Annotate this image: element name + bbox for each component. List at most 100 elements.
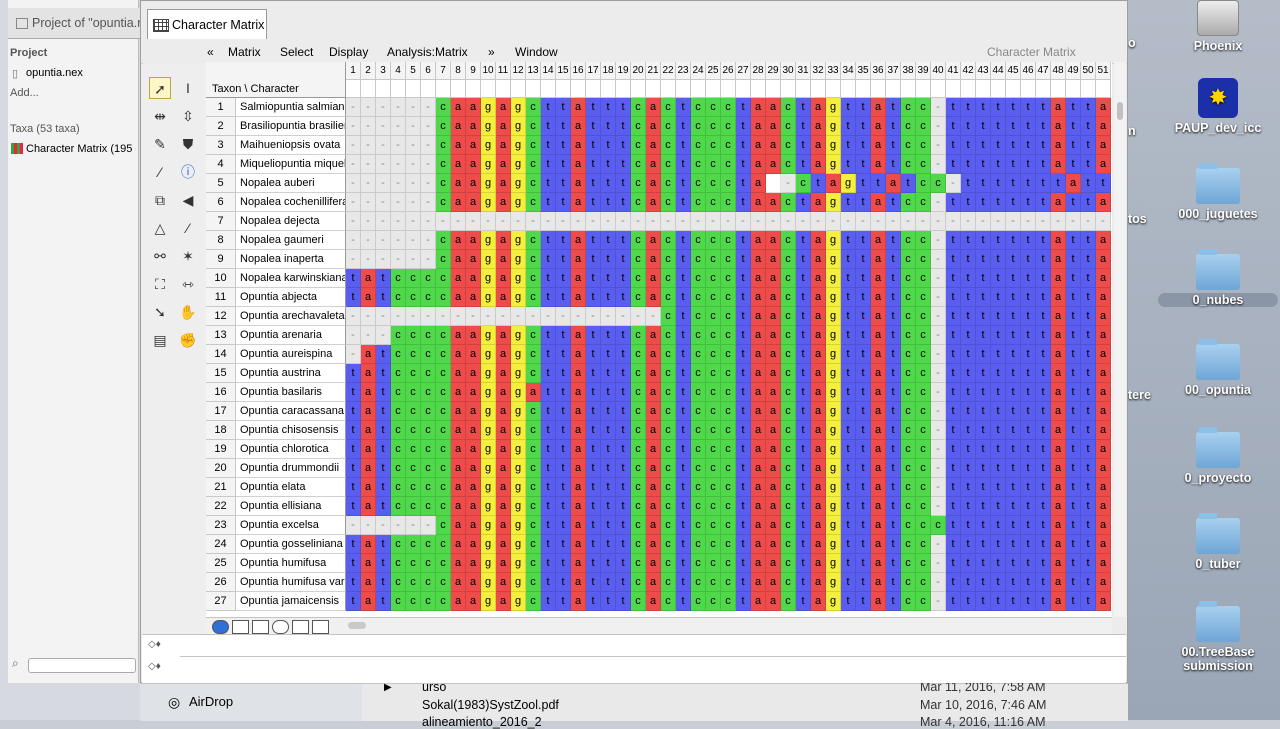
matrix-cell[interactable]: t (556, 402, 571, 421)
matrix-cell[interactable]: t (1006, 155, 1021, 174)
matrix-cell[interactable]: c (721, 440, 736, 459)
matrix-cell[interactable]: a (496, 383, 511, 402)
matrix-cell[interactable]: a (571, 440, 586, 459)
matrix-cell[interactable]: t (1066, 402, 1081, 421)
matrix-cell[interactable]: - (946, 212, 961, 231)
matrix-cell[interactable]: - (961, 212, 976, 231)
taxon-name[interactable]: Opuntia aureispina (236, 345, 346, 364)
matrix-cell[interactable]: t (1006, 402, 1021, 421)
matrix-cell[interactable]: c (691, 383, 706, 402)
matrix-cell[interactable]: g (511, 478, 526, 497)
matrix-cell[interactable]: a (871, 364, 886, 383)
matrix-cell[interactable]: c (631, 573, 646, 592)
matrix-cell[interactable]: a (571, 98, 586, 117)
matrix-cell[interactable]: t (976, 136, 991, 155)
matrix-cell[interactable]: c (706, 459, 721, 478)
matrix-cell[interactable]: t (736, 345, 751, 364)
matrix-cell[interactable]: t (601, 364, 616, 383)
matrix-cell[interactable]: c (436, 288, 451, 307)
matrix-cell[interactable]: t (541, 573, 556, 592)
matrix-cell[interactable]: - (376, 98, 391, 117)
matrix-cell[interactable]: t (616, 383, 631, 402)
matrix-cell[interactable]: t (676, 250, 691, 269)
matrix-cell[interactable]: a (646, 364, 661, 383)
matrix-cell[interactable]: c (391, 478, 406, 497)
column-header[interactable]: 4 (391, 62, 406, 80)
matrix-cell[interactable]: t (886, 497, 901, 516)
matrix-cell[interactable]: a (766, 345, 781, 364)
matrix-cell[interactable]: t (946, 98, 961, 117)
matrix-cell[interactable]: - (871, 212, 886, 231)
matrix-cell[interactable]: t (856, 174, 871, 193)
matrix-cell[interactable]: - (556, 307, 571, 326)
matrix-cell[interactable]: a (811, 250, 826, 269)
matrix-cell[interactable]: t (991, 383, 1006, 402)
matrix-cell[interactable]: g (511, 516, 526, 535)
column-header[interactable]: 47 (1036, 62, 1051, 80)
matrix-cell[interactable]: a (751, 250, 766, 269)
matrix-cell[interactable]: c (691, 421, 706, 440)
matrix-cell[interactable]: a (571, 383, 586, 402)
matrix-cell[interactable]: c (781, 307, 796, 326)
matrix-cell[interactable]: c (661, 402, 676, 421)
matrix-cell[interactable]: c (901, 250, 916, 269)
matrix-cell[interactable]: g (481, 98, 496, 117)
matrix-cell[interactable]: c (406, 383, 421, 402)
matrix-cell[interactable]: a (466, 345, 481, 364)
matrix-cell[interactable]: c (421, 364, 436, 383)
matrix-cell[interactable]: t (541, 402, 556, 421)
matrix-cell[interactable]: a (496, 440, 511, 459)
matrix-cell[interactable]: - (931, 459, 946, 478)
matrix-cell[interactable]: c (706, 155, 721, 174)
matrix-cell[interactable]: - (1051, 212, 1066, 231)
matrix-cell[interactable]: t (376, 364, 391, 383)
matrix-cell[interactable]: t (736, 364, 751, 383)
matrix-cell[interactable]: t (616, 573, 631, 592)
matrix-cell[interactable]: a (496, 516, 511, 535)
matrix-cell[interactable]: t (946, 250, 961, 269)
matrix-cell[interactable]: c (436, 402, 451, 421)
character-matrix-block[interactable]: Character Matrix (195 characters) (26, 143, 136, 155)
matrix-cell[interactable]: a (646, 345, 661, 364)
matrix-cell[interactable]: - (346, 117, 361, 136)
matrix-cell[interactable]: g (511, 231, 526, 250)
matrix-cell[interactable]: a (766, 364, 781, 383)
matrix-cell[interactable]: c (706, 402, 721, 421)
matrix-cell[interactable]: a (871, 136, 886, 155)
row-number[interactable]: 4 (206, 155, 236, 174)
column-header[interactable]: 39 (916, 62, 931, 80)
matrix-cell[interactable]: t (736, 478, 751, 497)
matrix-cell[interactable]: c (901, 573, 916, 592)
matrix-cell[interactable]: c (526, 250, 541, 269)
matrix-cell[interactable]: g (481, 402, 496, 421)
matrix-cell[interactable]: a (1051, 307, 1066, 326)
column-header[interactable]: 28 (751, 62, 766, 80)
matrix-cell[interactable]: t (616, 421, 631, 440)
matrix-cell[interactable]: t (796, 117, 811, 136)
matrix-cell[interactable]: t (1081, 592, 1096, 611)
matrix-cell[interactable]: t (946, 478, 961, 497)
matrix-cell[interactable]: t (976, 478, 991, 497)
matrix-cell[interactable]: c (436, 497, 451, 516)
matrix-cell[interactable]: a (766, 326, 781, 345)
matrix-cell[interactable]: t (1021, 174, 1036, 193)
matrix-cell[interactable]: g (826, 193, 841, 212)
matrix-cell[interactable]: g (511, 174, 526, 193)
matrix-cell[interactable]: t (586, 193, 601, 212)
matrix-cell[interactable]: t (841, 231, 856, 250)
matrix-cell[interactable]: c (631, 155, 646, 174)
row-number[interactable]: 13 (206, 326, 236, 345)
matrix-cell[interactable]: t (991, 250, 1006, 269)
matrix-cell[interactable]: t (796, 554, 811, 573)
matrix-cell[interactable]: c (526, 364, 541, 383)
matrix-cell[interactable]: a (871, 326, 886, 345)
matrix-cell[interactable]: - (601, 212, 616, 231)
matrix-cell[interactable]: c (781, 421, 796, 440)
matrix-cell[interactable]: c (421, 345, 436, 364)
matrix-cell[interactable]: t (586, 345, 601, 364)
matrix-cell[interactable]: a (1096, 193, 1111, 212)
matrix-cell[interactable]: t (601, 535, 616, 554)
matrix-cell[interactable]: t (1036, 383, 1051, 402)
matrix-cell[interactable]: t (946, 535, 961, 554)
matrix-cell[interactable]: t (676, 554, 691, 573)
